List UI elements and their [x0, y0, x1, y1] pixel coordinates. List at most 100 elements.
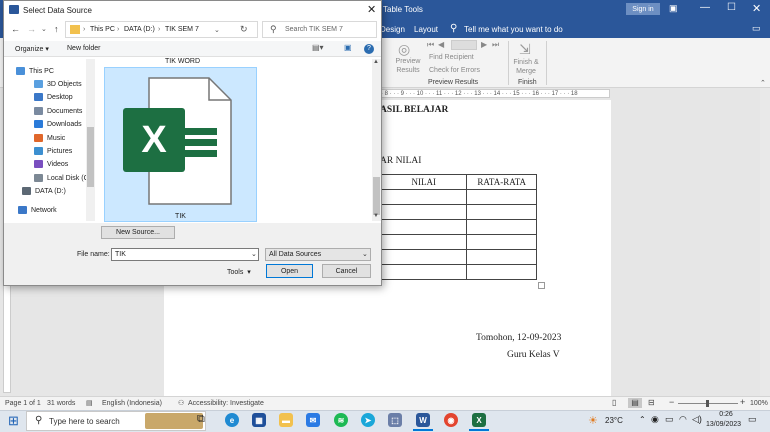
mail-icon[interactable]: ✉: [306, 413, 320, 427]
notification-icon[interactable]: ▭: [748, 414, 757, 425]
table-cell[interactable]: [379, 204, 468, 220]
table-cell[interactable]: [466, 189, 537, 205]
recent-locations-icon[interactable]: ⌄: [41, 25, 47, 33]
tray-app-icon[interactable]: ◉: [651, 414, 659, 425]
sidebar-item-pictures[interactable]: Pictures: [34, 145, 72, 157]
temperature[interactable]: 23°C: [605, 416, 623, 425]
excel-icon[interactable]: X: [472, 413, 486, 427]
breadcrumb-this-pc[interactable]: This PC: [90, 26, 115, 33]
comment-icon[interactable]: ▭: [752, 23, 761, 34]
record-number-input[interactable]: [451, 40, 477, 50]
sidebar-item-network[interactable]: Network: [18, 204, 57, 216]
scroll-down-icon[interactable]: ▼: [373, 213, 379, 219]
app-icon[interactable]: ⬚: [388, 413, 402, 427]
file-list-scrollbar[interactable]: ▲ ▼: [372, 59, 381, 221]
table-cell[interactable]: [466, 204, 537, 220]
search-box[interactable]: ⚲ Search TIK SEM 7: [262, 21, 377, 38]
file-type-select[interactable]: All Data Sources ⌄: [265, 248, 371, 261]
zoom-out-icon[interactable]: −: [669, 397, 674, 407]
file-name-input[interactable]: TIK ⌄: [111, 248, 259, 261]
file-explorer-icon[interactable]: ▬: [279, 413, 293, 427]
file-name-dropdown-icon[interactable]: ⌄: [251, 250, 257, 258]
sidebar-item-music[interactable]: Music: [34, 132, 65, 144]
view-options-icon[interactable]: ▤▾: [312, 43, 324, 52]
refresh-icon[interactable]: ↻: [240, 24, 248, 35]
store-icon[interactable]: ▦: [252, 413, 266, 427]
dialog-close-icon[interactable]: ✕: [367, 3, 376, 16]
forward-icon[interactable]: →: [27, 24, 36, 34]
language-label[interactable]: English (Indonesia): [102, 400, 162, 407]
word-count[interactable]: 31 words: [47, 400, 75, 407]
sidebar-item-videos[interactable]: Videos: [34, 158, 68, 170]
table-resize-handle[interactable]: [538, 282, 545, 289]
word-icon[interactable]: W: [416, 413, 430, 427]
tray-chevron-icon[interactable]: ⌃: [639, 415, 646, 424]
table-cell[interactable]: [379, 189, 468, 205]
file-name-tik-word[interactable]: TIK WORD: [165, 58, 200, 65]
sidebar-item-downloads[interactable]: Downloads: [34, 118, 82, 130]
address-dropdown-icon[interactable]: ⌄: [214, 26, 220, 34]
up-icon[interactable]: ↑: [54, 24, 59, 34]
sidebar-item-desktop[interactable]: Desktop: [34, 91, 73, 103]
ribbon-display-icon[interactable]: ▣: [669, 3, 678, 14]
find-recipient-button[interactable]: Find Recipient: [429, 54, 474, 61]
next-record-icon[interactable]: ▶: [481, 40, 487, 49]
tools-button[interactable]: Tools ▾: [227, 268, 251, 276]
maximize-icon[interactable]: ☐: [727, 2, 736, 13]
table-cell[interactable]: [466, 264, 537, 280]
spotify-icon[interactable]: ≋: [334, 413, 348, 427]
open-button[interactable]: Open: [266, 264, 313, 278]
close-icon[interactable]: ✕: [752, 2, 761, 15]
new-folder-button[interactable]: New folder: [67, 45, 100, 52]
zoom-slider-thumb[interactable]: [706, 400, 709, 407]
horizontal-ruler[interactable]: · 8 · · · 9 · · · 10 · · · 11 · · · 12 ·…: [380, 89, 610, 98]
table-cell[interactable]: [379, 249, 468, 265]
sidebar-item-documents[interactable]: Documents: [34, 105, 82, 117]
taskbar-search-box[interactable]: ⚲ Type here to search: [26, 411, 206, 431]
table-cell[interactable]: [466, 249, 537, 265]
vertical-scrollbar[interactable]: [760, 88, 770, 396]
breadcrumb-tik-sem-7[interactable]: TIK SEM 7: [165, 26, 199, 33]
scroll-up-icon[interactable]: ▲: [373, 59, 379, 65]
clock-time[interactable]: 0:26: [712, 411, 740, 418]
navigation-scrollbar[interactable]: [86, 59, 95, 221]
back-icon[interactable]: ←: [11, 24, 20, 34]
new-source-button[interactable]: New Source...: [101, 226, 175, 239]
web-layout-icon[interactable]: ⊟: [648, 398, 655, 407]
file-item-tik[interactable]: X TIK: [104, 67, 257, 222]
collapse-ribbon-icon[interactable]: ⌃: [760, 79, 766, 87]
table-cell[interactable]: [466, 219, 537, 235]
weather-icon[interactable]: ☀: [588, 414, 598, 427]
tell-me-box[interactable]: Tell me what you want to do: [464, 25, 563, 34]
print-layout-icon[interactable]: ▤: [628, 398, 642, 408]
grade-table[interactable]: NILAI RATA-RATA: [379, 174, 537, 280]
cancel-button[interactable]: Cancel: [322, 264, 371, 278]
tab-design[interactable]: Design: [380, 25, 405, 34]
tab-layout[interactable]: Layout: [414, 25, 438, 34]
task-view-icon[interactable]: ⧉: [197, 413, 205, 426]
navigation-scrollbar-thumb[interactable]: [87, 127, 94, 187]
finish-merge-button[interactable]: Finish & Merge: [511, 58, 541, 76]
sidebar-item-local-disk[interactable]: Local Disk (C:): [34, 172, 93, 184]
sidebar-item-data-drive[interactable]: DATA (D:): [22, 185, 66, 197]
chrome-icon[interactable]: ◉: [444, 413, 458, 427]
volume-icon[interactable]: ◁): [692, 414, 702, 425]
proofing-icon[interactable]: ▤: [86, 399, 93, 407]
zoom-level[interactable]: 100%: [750, 400, 768, 407]
edge-icon[interactable]: e: [225, 413, 239, 427]
sidebar-item-this-pc[interactable]: This PC: [16, 65, 54, 77]
organize-button[interactable]: Organize ▾: [15, 45, 49, 53]
first-record-icon[interactable]: ⏮: [427, 40, 434, 50]
breadcrumb-data-drive[interactable]: DATA (D:): [124, 26, 155, 33]
preview-results-button[interactable]: Preview Results: [394, 57, 422, 75]
network-tray-icon[interactable]: ▭: [665, 414, 674, 425]
previous-record-icon[interactable]: ◀: [438, 40, 444, 49]
telegram-icon[interactable]: ➤: [361, 413, 375, 427]
clock-date[interactable]: 13/09/2023: [706, 421, 741, 428]
address-bar[interactable]: › This PC › DATA (D:) › TIK SEM 7 ⌄ ↻: [65, 21, 258, 38]
sidebar-item-3d-objects[interactable]: 3D Objects: [34, 78, 82, 90]
file-list-scrollbar-thumb[interactable]: [373, 177, 380, 215]
windows-start-icon[interactable]: ⊞: [8, 413, 19, 429]
zoom-in-icon[interactable]: +: [740, 397, 745, 407]
table-cell[interactable]: [466, 234, 537, 250]
